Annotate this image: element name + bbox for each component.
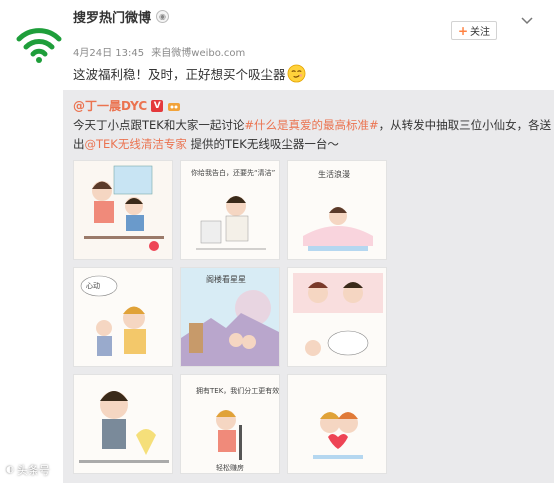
comic-2-caption: 你给我告白，还要先“清洁” — [191, 168, 275, 177]
repost-text-end: ，从转发中抽取三位小仙女，各送 — [378, 118, 552, 132]
watermark-text: 头条号 — [16, 464, 50, 477]
toutiao-logo-icon: ◐ — [6, 465, 14, 475]
comic-4-caption: 心动 — [86, 281, 100, 290]
post-author: 搜罗热门微博 ◉ — [73, 7, 170, 26]
comic-8-caption: 拥有TEK，我们分工更有效 — [196, 386, 279, 395]
post-meta: 4月24日 13:45 来自微博weibo.com — [73, 44, 249, 59]
comic-image-5[interactable]: 阁楼看星星 — [180, 267, 280, 367]
wifi-logo-avatar[interactable] — [16, 20, 62, 66]
post-date[interactable]: 4月24日 13:45 — [73, 48, 144, 59]
toutiao-watermark: ◐ 头条号 — [6, 462, 50, 478]
post-text: 这波福利稳！及时，正好想买个吸尘器 — [73, 67, 286, 82]
comic-image-9[interactable] — [287, 374, 387, 474]
post-body: 这波福利稳！及时，正好想买个吸尘器 — [73, 64, 306, 83]
reposted-content: @丁一晨DYC V 今天丁小点跟TEK和大家一起讨论#什么是真爱的最高标准#，从… — [63, 90, 554, 483]
comic-8-footer: 轻松赚房 — [216, 463, 244, 472]
topic-link[interactable]: #什么是真爱的最高标准# — [244, 118, 378, 132]
comic-5-caption: 阁楼看星星 — [206, 274, 246, 284]
weibo-post-card: 搜罗热门微博 ◉ 4月24日 13:45 来自微博weibo.com 这波福利稳… — [0, 0, 554, 483]
plus-icon: + — [457, 23, 469, 38]
comic-image-6[interactable] — [287, 267, 387, 367]
comic-image-1[interactable] — [73, 160, 173, 260]
follow-button[interactable]: + 关注 — [451, 21, 497, 40]
repost-text-prefix: 出 — [73, 137, 85, 151]
source-prefix: 来自 — [151, 48, 172, 59]
follow-label: 关注 — [470, 27, 491, 38]
repost-text-start: 今天丁小点跟TEK和大家一起讨论 — [73, 118, 245, 132]
repost-text-line-1: 今天丁小点跟TEK和大家一起讨论#什么是真爱的最高标准#，从转发中抽取三位小仙女… — [73, 117, 551, 133]
comic-image-7[interactable] — [73, 374, 173, 474]
repost-text-line-2: 出@TEK无线清洁专家 提供的TEK无线吸尘器一台～ — [73, 136, 339, 152]
comic-image-2[interactable]: 你给我告白，还要先“清洁” — [180, 160, 280, 260]
comic-image-4[interactable]: 心动 — [73, 267, 173, 367]
verified-badge-icon: ◉ — [156, 10, 170, 23]
repost-author: @丁一晨DYC V — [73, 97, 181, 114]
comic-3-caption: 生活浪漫 — [318, 169, 350, 179]
post-source[interactable]: 微博weibo.com — [171, 48, 245, 59]
comic-image-3[interactable]: 生活浪漫 — [287, 160, 387, 260]
author-name[interactable]: 搜罗热门微博 — [73, 7, 151, 26]
comic-image-8[interactable]: 拥有TEK，我们分工更有效 轻松赚房 — [180, 374, 280, 474]
repost-author-name[interactable]: @丁一晨DYC — [73, 97, 147, 114]
vip-icon: V — [151, 99, 164, 112]
member-crown-icon — [168, 102, 181, 111]
mention-link[interactable]: @TEK无线清洁专家 — [85, 137, 187, 151]
smirk-emoji-icon — [287, 64, 305, 83]
chevron-down-icon[interactable] — [521, 16, 533, 26]
repost-text-tail: 提供的TEK无线吸尘器一台～ — [186, 137, 339, 151]
